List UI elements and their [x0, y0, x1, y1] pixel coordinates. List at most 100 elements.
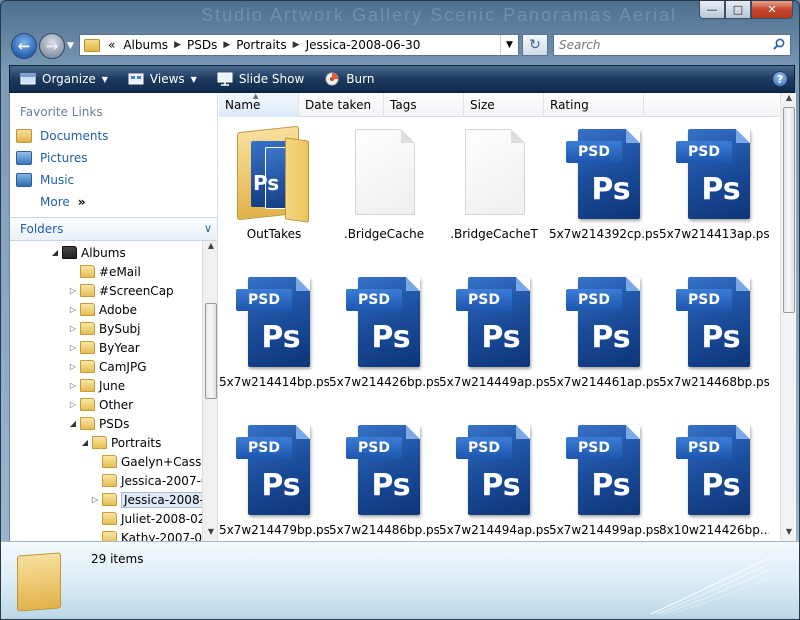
tree-item[interactable]: ◢ Portraits — [80, 433, 161, 452]
favorite-music[interactable]: Music — [16, 170, 74, 190]
chevron-right-icon[interactable]: ▶ — [172, 40, 183, 50]
breadcrumb-psds[interactable]: PSDs — [183, 38, 221, 52]
breadcrumb-overflow[interactable]: « — [104, 38, 119, 52]
chevron-right-icon[interactable]: ▶ — [221, 40, 232, 50]
file-item[interactable]: PSD Ps 5x7w214479bp.psd — [219, 419, 329, 541]
file-item[interactable]: PSD Ps 5x7w214414bp.psd — [219, 271, 329, 411]
column-size[interactable]: Size — [464, 93, 544, 117]
recent-pages-dropdown[interactable]: ▼ — [67, 41, 74, 51]
tree-item[interactable]: ▷ #ScreenCap — [68, 281, 174, 300]
file-item[interactable]: PSD Ps 5x7w214449ap.psd — [439, 271, 549, 411]
breadcrumb-portraits[interactable]: Portraits — [232, 38, 290, 52]
file-name: 5x7w214486bp.psd — [329, 523, 439, 537]
search-box[interactable] — [553, 34, 791, 56]
breadcrumb-current[interactable]: Jessica-2008-06-30 — [302, 38, 425, 52]
ps-logo: Ps — [701, 172, 741, 207]
burn-button[interactable]: Burn — [314, 66, 384, 92]
column-name[interactable]: ▲ Name — [219, 92, 299, 117]
file-item[interactable]: PSD Ps 5x7w214494ap.psd — [439, 419, 549, 541]
tree-item[interactable]: ▷ Jessica-2008-06- — [90, 490, 202, 509]
chevron-right-icon[interactable]: ▶ — [291, 40, 302, 50]
photoshop-file-icon: PSD Ps — [566, 425, 642, 515]
address-bar[interactable]: « Albums ▶ PSDs ▶ Portraits ▶ Jessica-20… — [79, 34, 519, 56]
file-item[interactable]: PSD Ps 5x7w214392cp.psd — [549, 123, 659, 263]
search-icon[interactable] — [773, 38, 785, 50]
file-item[interactable]: .BridgeCacheT — [439, 123, 549, 263]
folders-header[interactable]: Folders ∨ — [10, 217, 217, 241]
minimize-button[interactable]: — — [699, 1, 725, 19]
tree-item[interactable]: Jessica-2007-07- — [90, 471, 202, 490]
expand-arrow-icon[interactable]: ▷ — [68, 343, 78, 352]
scroll-down-arrow[interactable]: ▼ — [781, 527, 797, 541]
maximize-button[interactable]: □ — [725, 1, 751, 19]
collapse-arrow-icon[interactable]: ◢ — [68, 419, 78, 428]
tree-item[interactable]: ◢ Albums — [50, 243, 126, 262]
expand-arrow-icon[interactable]: ▷ — [68, 305, 78, 314]
refresh-button[interactable]: ↻ — [522, 34, 548, 56]
search-input[interactable] — [554, 35, 764, 55]
file-list-scrollbar[interactable]: ▲ ▼ — [780, 93, 796, 541]
tree-item[interactable]: Juliet-2008-02-17 — [90, 509, 202, 528]
ps-logo: Ps — [591, 320, 631, 355]
tree-item[interactable]: ▷ ByYear — [68, 338, 140, 357]
expand-arrow-icon[interactable]: ▷ — [68, 400, 78, 409]
pictures-folder-icon — [16, 151, 32, 165]
favorite-pictures[interactable]: Pictures — [16, 148, 88, 168]
file-name: 5x7w214499ap.psd — [549, 523, 659, 537]
forward-button[interactable]: → — [39, 33, 65, 59]
tree-item-label: Albums — [81, 245, 126, 260]
slideshow-button[interactable]: Slide Show — [207, 66, 314, 92]
tree-item[interactable]: ◢ PSDs — [68, 414, 129, 433]
scroll-up-arrow[interactable]: ▲ — [203, 241, 217, 255]
folder-item[interactable]: Ps OutTakes — [219, 123, 329, 263]
help-button[interactable]: ? — [772, 71, 788, 87]
scroll-down-arrow[interactable]: ▼ — [203, 527, 217, 541]
tree-item-label: Jessica-2008-06- — [121, 491, 202, 508]
expand-arrow-icon[interactable]: ▷ — [68, 362, 78, 371]
tree-item-label: #eMail — [99, 264, 141, 279]
tree-item[interactable]: ▷ CamJPG — [68, 357, 147, 376]
tree-item[interactable]: ▷ Adobe — [68, 300, 137, 319]
tree-item[interactable]: ▷ BySubj — [68, 319, 141, 338]
tree-item[interactable]: Gaelyn+Cassidy- — [90, 452, 202, 471]
collapse-arrow-icon[interactable]: ◢ — [50, 248, 60, 257]
favorite-documents[interactable]: Documents — [16, 126, 108, 146]
column-tags[interactable]: Tags — [384, 93, 464, 117]
scroll-up-arrow[interactable]: ▲ — [781, 93, 797, 107]
file-item[interactable]: PSD Ps 5x7w214426bp.psd — [329, 271, 439, 411]
back-button[interactable]: ← — [11, 33, 37, 59]
blank-document-shape — [355, 129, 415, 215]
folder-tree-scrollbar[interactable]: ▲ ▼ — [202, 241, 217, 541]
expand-arrow-icon[interactable]: ▷ — [68, 381, 78, 390]
file-item[interactable]: PSD Ps 5x7w214413ap.psd — [659, 123, 769, 263]
tree-item[interactable]: ▷ June — [68, 376, 125, 395]
collapse-arrow-icon[interactable]: ◢ — [80, 438, 90, 447]
tree-item-label: Gaelyn+Cassidy- — [121, 454, 202, 469]
breadcrumb-albums[interactable]: Albums — [119, 38, 172, 52]
file-item[interactable]: PSD Ps 5x7w214461ap.psd — [549, 271, 659, 411]
tree-item[interactable]: #eMail — [68, 262, 141, 281]
file-item[interactable]: PSD Ps 5x7w214468bp.psd — [659, 271, 769, 411]
tree-item[interactable]: Kathy-2007-08-0 — [90, 528, 202, 541]
close-button[interactable]: ✕ — [751, 1, 793, 19]
organize-button[interactable]: Organize ▼ — [10, 66, 118, 92]
column-rating[interactable]: Rating — [544, 93, 644, 117]
address-dropdown[interactable]: ▼ — [500, 35, 518, 55]
favorite-more[interactable]: More » — [40, 192, 86, 212]
column-date-taken[interactable]: Date taken — [299, 93, 384, 117]
scrollbar-thumb[interactable] — [783, 107, 795, 313]
views-button[interactable]: Views ▼ — [118, 66, 207, 92]
tree-item-label: Kathy-2007-08-0 — [121, 530, 202, 542]
file-name: 5x7w214413ap.psd — [659, 227, 769, 241]
file-item[interactable]: PSD Ps 5x7w214486bp.psd — [329, 419, 439, 541]
folder-icon — [80, 398, 95, 411]
expand-arrow-icon[interactable]: ▷ — [90, 495, 100, 504]
file-item[interactable]: PSD Ps 5x7w214499ap.psd — [549, 419, 659, 541]
file-item[interactable]: PSD Ps 8x10w214426bp.... — [659, 419, 769, 541]
scrollbar-thumb[interactable] — [205, 303, 217, 399]
expand-arrow-icon[interactable]: ▷ — [68, 286, 78, 295]
navigation-pane: Favorite Links Documents Pictures Music … — [10, 93, 218, 541]
tree-item[interactable]: ▷ Other — [68, 395, 133, 414]
expand-arrow-icon[interactable]: ▷ — [68, 324, 78, 333]
file-item[interactable]: .BridgeCache — [329, 123, 439, 263]
